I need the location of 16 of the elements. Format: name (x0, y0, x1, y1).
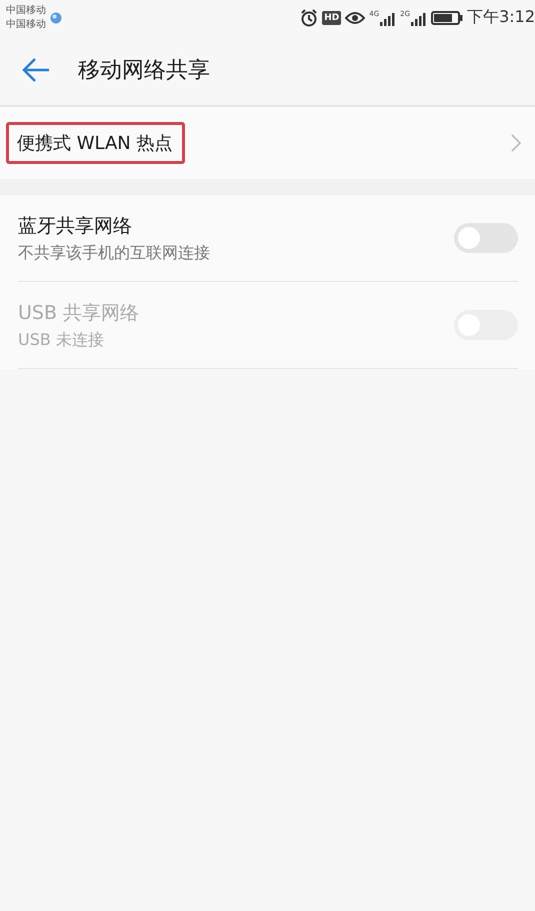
clock-time: 下午3:12 (467, 7, 535, 28)
setting-title: USB 共享网络 (18, 300, 140, 326)
setting-label: 便携式 WLAN 热点 (6, 122, 186, 164)
setting-title: 蓝牙共享网络 (18, 214, 133, 238)
globe-icon (50, 12, 62, 24)
eye-icon (345, 10, 366, 24)
setting-subtitle: USB 未连接 (18, 330, 105, 350)
page-title: 移动网络共享 (78, 57, 210, 85)
carrier-name: 中国移动 (6, 4, 46, 18)
setting-subtitle: 不共享该手机的互联网连接 (18, 242, 210, 264)
alarm-icon (300, 8, 318, 26)
hd-badge: HD (322, 10, 342, 24)
chevron-right-icon (511, 134, 521, 152)
toggle-switch[interactable] (454, 223, 518, 253)
carrier-name: 中国移动 (6, 18, 46, 32)
battery-icon (431, 10, 464, 26)
